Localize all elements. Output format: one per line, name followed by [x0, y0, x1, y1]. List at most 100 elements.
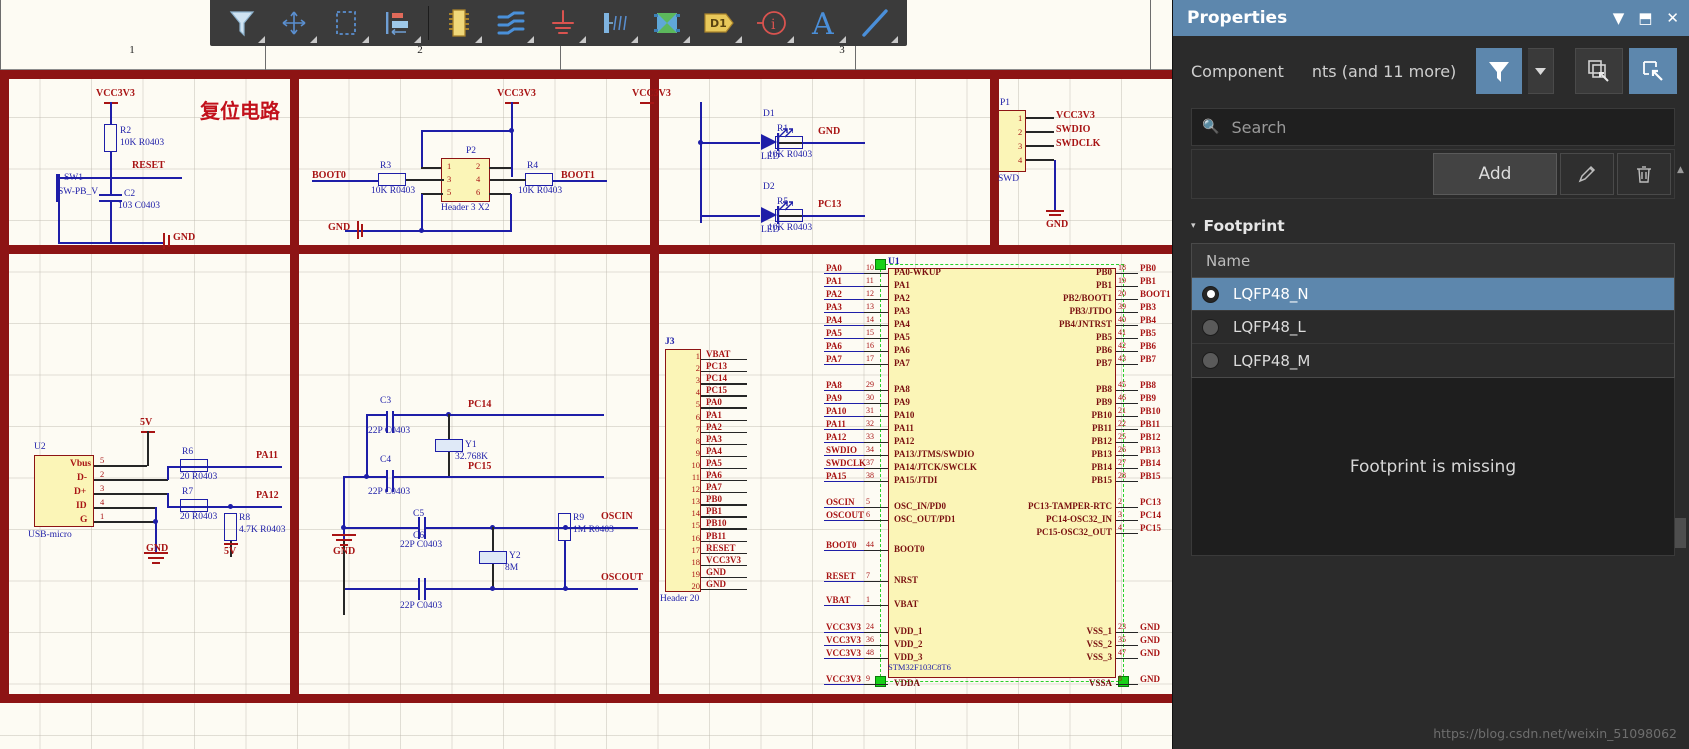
add-button[interactable]: Add	[1433, 153, 1557, 195]
place-text-tool[interactable]: A	[797, 1, 849, 45]
u1-left-net-label: PA10	[826, 406, 847, 416]
u1-left-pin-wire	[864, 550, 888, 552]
u1-right-pin-number: 20	[1118, 289, 1126, 298]
usb-r8-val: 4.7K R0403	[239, 525, 286, 535]
p2-pin-2: 2	[476, 161, 481, 171]
osc-r9-body[interactable]	[558, 513, 571, 541]
footprint-row-0[interactable]: LQFP48_N	[1192, 278, 1674, 311]
u2-pinnum-2: 3	[100, 483, 105, 493]
boot-gnd-bar-2	[361, 224, 363, 237]
u1-left-net-underline	[824, 581, 864, 583]
u1-left-net-underline	[824, 364, 864, 366]
u1-left-net-label: PA11	[826, 419, 846, 429]
boot-net-boot1: BOOT1	[561, 170, 595, 181]
place-line-tool[interactable]	[849, 1, 901, 45]
footprint-table[interactable]: Name LQFP48_N LQFP48_L LQFP48_M	[1191, 243, 1675, 378]
place-ground-tool[interactable]	[537, 1, 589, 45]
c4-plate-l[interactable]	[386, 470, 388, 492]
p2-pin-6: 6	[476, 187, 481, 197]
panel-scrollbar-track[interactable]	[1675, 176, 1686, 736]
align-tool[interactable]	[372, 1, 424, 45]
boot-r4-body[interactable]	[525, 173, 553, 186]
trash-icon[interactable]	[1617, 153, 1671, 195]
p1-pin-2: 2	[1018, 127, 1023, 137]
select-all-similar-button[interactable]	[1575, 48, 1623, 94]
u1-right-net-label: PB3	[1140, 302, 1157, 312]
schematic-canvas[interactable]: 1 2 3 复位电路 VCC3V3 R2 10K R0403 RESET SW1…	[0, 0, 1172, 749]
usb-r6-body[interactable]	[180, 459, 208, 472]
place-netlabel-tool[interactable]	[589, 1, 641, 45]
footprint-section-header[interactable]: ▾ Footprint	[1191, 217, 1689, 235]
move-tool[interactable]	[268, 1, 320, 45]
led-r5-val: 10K R0403	[768, 223, 813, 233]
led-r1-body[interactable]	[775, 136, 803, 149]
c2-plate-top[interactable]	[99, 194, 122, 196]
filter-tool[interactable]	[216, 1, 268, 45]
pencil-icon[interactable]	[1560, 153, 1614, 195]
close-icon[interactable]: ✕	[1666, 10, 1679, 26]
boot-wire-top-down	[421, 130, 423, 168]
u1-right-pin-number: 25	[1118, 432, 1126, 441]
u1-val: STM32F103C8T6	[888, 662, 951, 672]
boot-r4-val: 10K R0403	[518, 186, 563, 196]
reset-r2-body[interactable]	[104, 124, 117, 152]
pin-icon[interactable]: ⬒	[1638, 10, 1652, 26]
y2-body[interactable]	[479, 551, 507, 564]
u1-right-pin-wire	[1116, 645, 1138, 647]
boot-r4-ref: R4	[527, 161, 539, 171]
schematic-toolbar[interactable]: D1 i A	[210, 0, 907, 46]
c6-ref: C6	[413, 531, 425, 541]
search-input[interactable]	[1229, 116, 1664, 138]
j3-pin-label: RESET	[706, 542, 736, 553]
place-component-tool[interactable]	[433, 1, 485, 45]
j3-body[interactable]	[665, 349, 701, 592]
boot-power-label: VCC3V3	[497, 88, 536, 99]
chevron-down-icon[interactable]: ▾	[1191, 221, 1196, 231]
select-single-button[interactable]	[1629, 48, 1677, 94]
place-designator-tool[interactable]: D1	[693, 1, 745, 45]
y1-body[interactable]	[435, 439, 463, 452]
place-port-tool[interactable]	[641, 1, 693, 45]
u1-right-pin-number: 46	[1118, 393, 1126, 402]
u1-left-pin-number: 14	[866, 315, 874, 324]
filter-button[interactable]	[1476, 48, 1522, 94]
search-box[interactable]: 🔍	[1191, 108, 1675, 146]
boot-r3-body[interactable]	[378, 173, 406, 186]
p1-pin-3: 3	[1018, 141, 1023, 151]
u1-left-pin-wire	[864, 416, 888, 418]
collapse-icon[interactable]: ▼	[1613, 10, 1625, 26]
usb-r7-body[interactable]	[180, 499, 208, 512]
u1-selection-handle-tl[interactable]	[875, 259, 886, 270]
u1-right-pin-name: PB5	[1095, 332, 1112, 342]
u1-left-net-underline	[824, 312, 864, 314]
footprint-row-1[interactable]: LQFP48_L	[1192, 311, 1674, 344]
place-wire-tool[interactable]	[485, 1, 537, 45]
led-r5-body[interactable]	[775, 209, 803, 222]
scroll-up-arrow[interactable]: ▲	[1675, 165, 1686, 176]
radio-icon[interactable]	[1202, 352, 1219, 369]
c5-val: 22P C0403	[400, 540, 443, 550]
led-rail-vertical	[700, 118, 702, 223]
p1-pin-4: 4	[1018, 155, 1023, 165]
area-select-tool[interactable]	[320, 1, 372, 45]
u1-right-net-label: PB5	[1140, 328, 1157, 338]
u1-body[interactable]	[888, 268, 1116, 678]
j3-pin-label: PB10	[706, 518, 727, 529]
usb-wire-r7-out	[208, 506, 282, 508]
u1-right-pin-name: PB6	[1095, 345, 1112, 355]
usb-r8-body[interactable]	[224, 513, 237, 541]
u1-right-pin-name: PB4/JNTRST	[1058, 319, 1112, 329]
usb-junction-pa12	[228, 504, 233, 509]
filter-dropdown-button[interactable]	[1528, 48, 1554, 94]
swd-net-1: SWDIO	[1056, 124, 1091, 135]
radio-icon[interactable]	[1202, 285, 1219, 303]
j3-pin-label: PA3	[706, 433, 722, 444]
c4-plate-r[interactable]	[392, 470, 394, 492]
footprint-row-2[interactable]: LQFP48_M	[1192, 344, 1674, 377]
place-nodirective-tool[interactable]: i	[745, 1, 797, 45]
u1-right-pin-name: PB12	[1091, 436, 1112, 446]
u2-pinnum-1: 2	[100, 469, 105, 479]
radio-icon[interactable]	[1202, 318, 1219, 336]
panel-scrollbar-thumb[interactable]	[1675, 518, 1686, 548]
c6-wire-l	[343, 588, 419, 590]
